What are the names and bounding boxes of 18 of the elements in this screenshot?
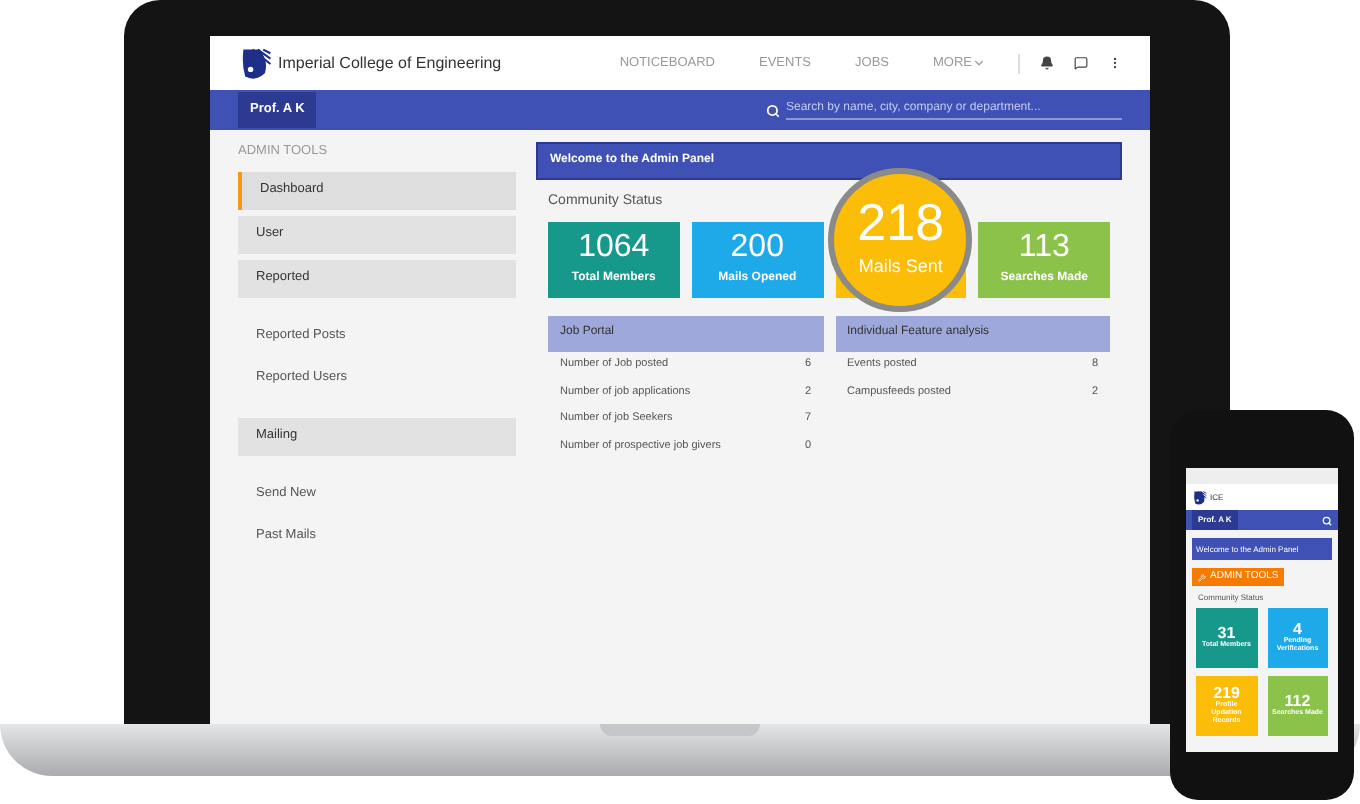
shield-logo-icon bbox=[1192, 489, 1208, 505]
stat-value: 219 bbox=[1213, 686, 1240, 703]
stat-value: 113 bbox=[1018, 231, 1070, 263]
brand-name: Imperial College of Engineering bbox=[278, 51, 502, 75]
stat-value: 1064 bbox=[578, 231, 650, 263]
more-icon[interactable] bbox=[1108, 56, 1122, 70]
wrench-icon bbox=[1198, 573, 1206, 581]
search-icon[interactable] bbox=[1322, 515, 1332, 525]
search-icon bbox=[766, 103, 780, 117]
bell-icon[interactable] bbox=[1040, 56, 1054, 70]
caret-icon bbox=[972, 56, 986, 70]
stat-value: 112 bbox=[1284, 694, 1311, 711]
stat-label: Mails Sent bbox=[858, 254, 943, 281]
shield-logo-icon bbox=[238, 45, 274, 81]
stat-value: 218 bbox=[857, 196, 945, 249]
stat-value: 4 bbox=[1293, 622, 1302, 639]
stat-value: 200 bbox=[730, 231, 784, 263]
message-icon[interactable] bbox=[1074, 56, 1088, 70]
